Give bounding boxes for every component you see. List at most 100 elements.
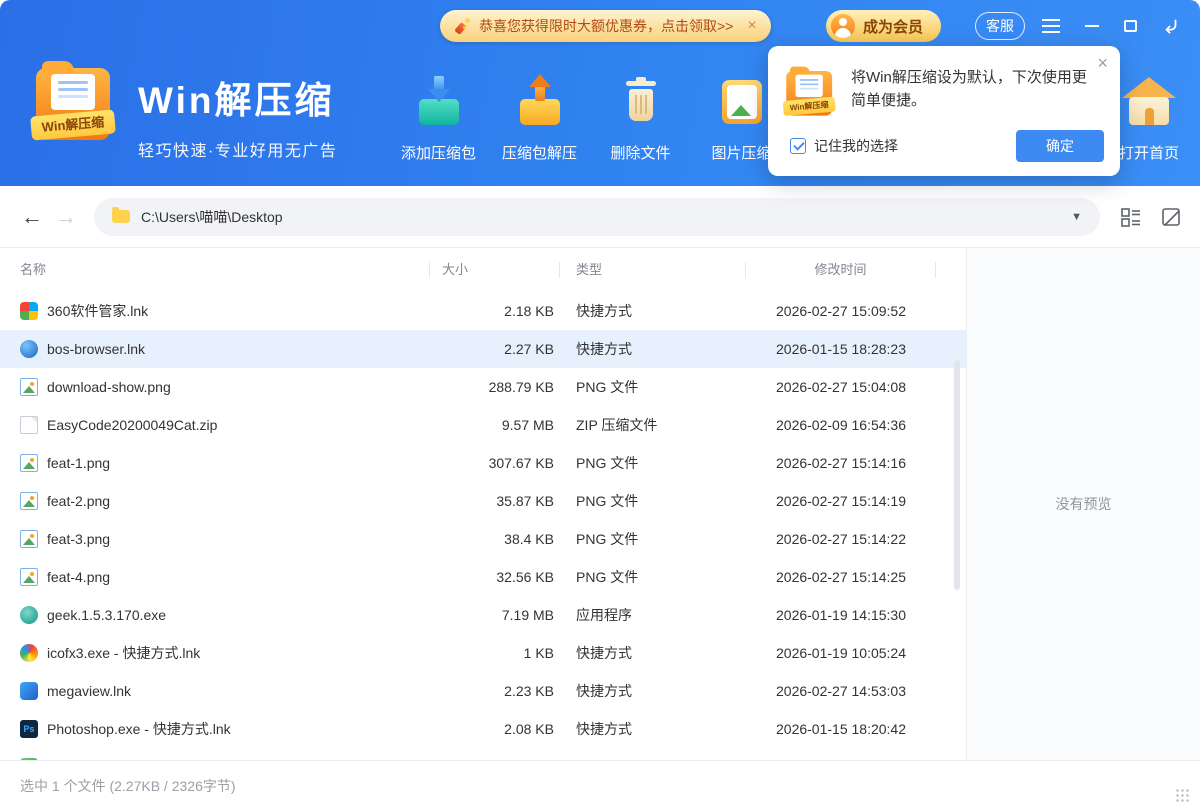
resize-grip[interactable] — [1175, 788, 1190, 803]
support-button[interactable]: 客服 — [975, 12, 1025, 40]
forward-button[interactable] — [52, 204, 80, 230]
file-size: 307.67 KB — [430, 455, 560, 471]
file-row[interactable]: megaview.lnk 2.23 KB 快捷方式 2026-02-27 14:… — [0, 672, 966, 710]
extract-archive-icon — [512, 74, 568, 130]
address-path[interactable]: C:\Users\喵喵\Desktop — [141, 207, 1060, 227]
minimize-icon[interactable] — [1085, 25, 1099, 27]
file-modified: 2026-01-19 14:15:30 — [746, 607, 936, 623]
file-row[interactable] — [0, 748, 966, 760]
file-modified: 2026-02-27 15:14:22 — [746, 531, 936, 547]
file-size: 2.18 KB — [430, 303, 560, 319]
file-row[interactable]: Photoshop.exe - 快捷方式.lnk 2.08 KB 快捷方式 20… — [0, 710, 966, 748]
scrollbar-thumb[interactable] — [954, 360, 960, 590]
file-modified: 2026-02-27 15:09:52 — [746, 303, 936, 319]
column-header-modified[interactable]: 修改时间 — [746, 262, 936, 278]
home-icon — [1121, 74, 1177, 130]
file-name: Photoshop.exe - 快捷方式.lnk — [47, 719, 231, 739]
file-list-pane: 名称 大小 类型 修改时间 360软件管家.lnk 2.18 KB 快捷方式 2… — [0, 248, 966, 760]
vip-button[interactable]: 成为会员 — [826, 10, 941, 42]
file-type: PNG 文件 — [560, 453, 746, 473]
column-header-type[interactable]: 类型 — [560, 262, 746, 278]
file-type: 快捷方式 — [560, 301, 746, 321]
column-header-name[interactable]: 名称 — [0, 262, 430, 278]
file-size: 1 KB — [430, 645, 560, 661]
file-row[interactable]: feat-2.png 35.87 KB PNG 文件 2026-02-27 15… — [0, 482, 966, 520]
file-row[interactable]: 360软件管家.lnk 2.18 KB 快捷方式 2026-02-27 15:0… — [0, 292, 966, 330]
add-archive-icon — [411, 74, 467, 130]
file-icon — [20, 454, 38, 472]
app-window: Win解压缩 Win解压缩 轻巧快速·专业好用无广告 恭喜您获得限时大额优惠券，… — [0, 0, 1200, 811]
delete-files-icon — [613, 74, 669, 130]
file-modified: 2026-02-27 15:14:16 — [746, 455, 936, 471]
image-compress-icon — [714, 74, 770, 130]
dropdown-caret-icon[interactable] — [1071, 211, 1082, 223]
toolbar-open-home[interactable]: 打开首页 — [1112, 74, 1186, 163]
toolbar-delete-files[interactable]: 删除文件 — [590, 74, 691, 163]
popup-body: Win解压缩 将Win解压缩设为默认，下次使用更简单便捷。 — [785, 66, 1104, 122]
file-name: megaview.lnk — [47, 683, 131, 699]
remember-checkbox-row[interactable]: 记住我的选择 — [790, 136, 898, 156]
maximize-icon[interactable] — [1124, 20, 1137, 32]
confirm-button[interactable]: 确定 — [1016, 130, 1104, 162]
file-row[interactable]: feat-4.png 32.56 KB PNG 文件 2026-02-27 15… — [0, 558, 966, 596]
file-icon — [20, 644, 38, 662]
file-type: 快捷方式 — [560, 681, 746, 701]
file-size: 2.23 KB — [430, 683, 560, 699]
toolbar-extract-archive-label: 压缩包解压 — [502, 142, 577, 163]
file-name: icofx3.exe - 快捷方式.lnk — [47, 643, 200, 663]
toolbar-add-archive-label: 添加压缩包 — [401, 142, 476, 163]
column-header-size[interactable]: 大小 — [430, 262, 560, 278]
toolbar: 添加压缩包 压缩包解压 删除文件 图片压缩 — [388, 74, 792, 163]
file-size: 7.19 MB — [430, 607, 560, 623]
file-list-body: 360软件管家.lnk 2.18 KB 快捷方式 2026-02-27 15:0… — [0, 292, 966, 760]
promo-banner[interactable]: 恭喜您获得限时大额优惠券，点击领取>> × — [440, 10, 771, 42]
file-row[interactable]: download-show.png 288.79 KB PNG 文件 2026-… — [0, 368, 966, 406]
view-icons — [1120, 206, 1182, 228]
file-size: 35.87 KB — [430, 493, 560, 509]
file-type: PNG 文件 — [560, 567, 746, 587]
file-row[interactable]: feat-3.png 38.4 KB PNG 文件 2026-02-27 15:… — [0, 520, 966, 558]
file-row[interactable]: EasyCode20200049Cat.zip 9.57 MB ZIP 压缩文件… — [0, 406, 966, 444]
address-bar[interactable]: C:\Users\喵喵\Desktop — [94, 198, 1100, 236]
popup-footer: 记住我的选择 确定 — [790, 130, 1104, 162]
file-type: 应用程序 — [560, 605, 746, 625]
file-icon — [20, 492, 38, 510]
popup-logo-icon: Win解压缩 — [785, 66, 835, 122]
view-mode-icon[interactable] — [1120, 206, 1142, 228]
file-row[interactable]: feat-1.png 307.67 KB PNG 文件 2026-02-27 1… — [0, 444, 966, 482]
file-type: ZIP 压缩文件 — [560, 415, 746, 435]
file-name: feat-3.png — [47, 531, 110, 547]
file-name: 360软件管家.lnk — [47, 301, 148, 321]
menu-icon[interactable] — [1042, 19, 1060, 33]
back-button[interactable] — [18, 204, 46, 230]
file-name: feat-2.png — [47, 493, 110, 509]
remember-checkbox[interactable] — [790, 138, 806, 154]
vip-label: 成为会员 — [863, 16, 923, 37]
promo-text[interactable]: 恭喜您获得限时大额优惠券，点击领取>> — [479, 16, 733, 36]
app-logo-icon: Win解压缩 — [34, 60, 112, 146]
toolbar-add-archive[interactable]: 添加压缩包 — [388, 74, 489, 163]
column-headers: 名称 大小 类型 修改时间 — [0, 248, 966, 292]
promo-close-icon[interactable]: × — [747, 18, 756, 34]
avatar-icon — [831, 14, 855, 38]
toolbar-extract-archive[interactable]: 压缩包解压 — [489, 74, 590, 163]
file-modified: 2026-02-27 15:14:19 — [746, 493, 936, 509]
toolbar-open-home-label: 打开首页 — [1119, 142, 1179, 163]
toolbar-image-compress-label: 图片压缩 — [711, 142, 771, 163]
file-type: 快捷方式 — [560, 339, 746, 359]
status-bar: 选中 1 个文件 (2.27KB / 2326字节) — [0, 760, 1200, 811]
file-row[interactable]: geek.1.5.3.170.exe 7.19 MB 应用程序 2026-01-… — [0, 596, 966, 634]
toolbar-delete-files-label: 删除文件 — [610, 142, 670, 163]
file-icon — [20, 682, 38, 700]
popup-message: 将Win解压缩设为默认，下次使用更简单便捷。 — [851, 66, 1091, 122]
file-modified: 2026-02-27 14:53:03 — [746, 683, 936, 699]
preview-toggle-icon[interactable] — [1160, 206, 1182, 228]
file-modified: 2026-02-27 15:04:08 — [746, 379, 936, 395]
file-modified: 2026-01-15 18:28:23 — [746, 341, 936, 357]
file-row[interactable]: bos-browser.lnk 2.27 KB 快捷方式 2026-01-15 … — [0, 330, 966, 368]
file-row[interactable]: icofx3.exe - 快捷方式.lnk 1 KB 快捷方式 2026-01-… — [0, 634, 966, 672]
file-name: bos-browser.lnk — [47, 341, 145, 357]
curved-arrow-icon[interactable] — [1162, 17, 1180, 35]
file-type: 快捷方式 — [560, 643, 746, 663]
selection-status-text: 选中 1 个文件 (2.27KB / 2326字节) — [20, 776, 236, 796]
